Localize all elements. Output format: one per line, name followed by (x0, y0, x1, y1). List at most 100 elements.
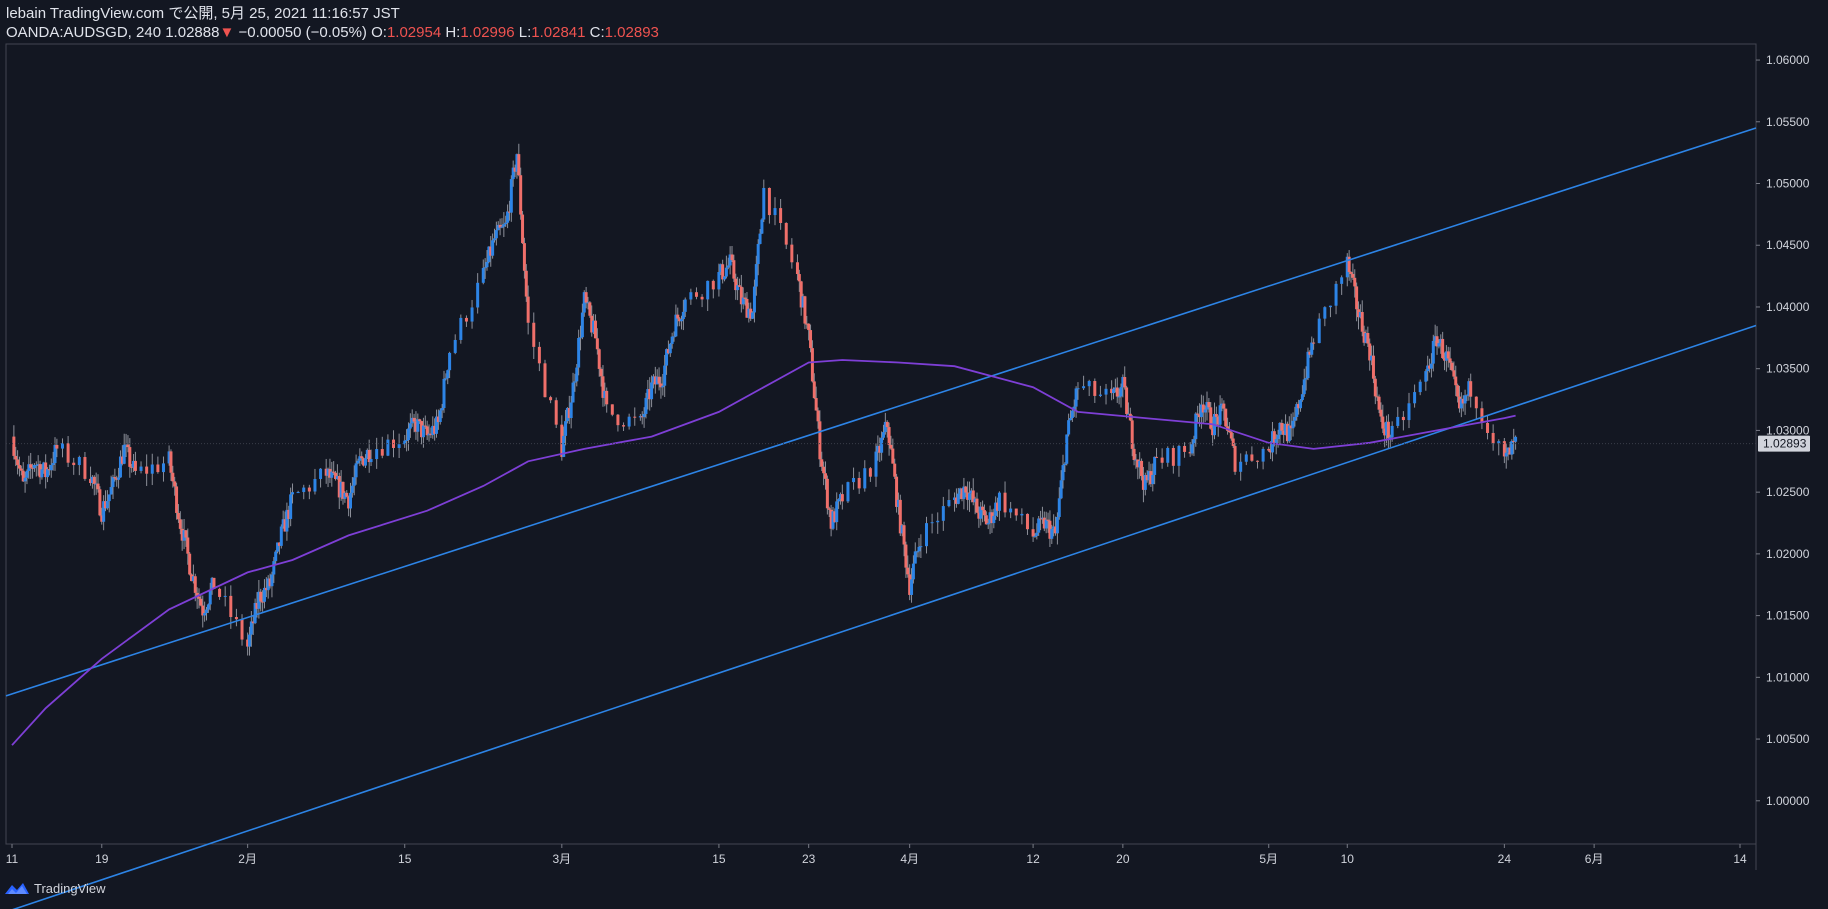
candle-body (1166, 448, 1170, 463)
candle-body (1183, 445, 1187, 452)
price-chart[interactable]: 1.02893 1.00000 1.00500 1.01000 1.01500 1.02… (0, 0, 1828, 909)
candle-body (1450, 362, 1454, 371)
candle-body (438, 410, 442, 423)
x-tick-label: 5月 (1259, 852, 1278, 866)
time-axis[interactable]: 11 19 2月 15 3月 15 23 4月 12 20 5月 10 24 6月 14 (6, 844, 1747, 866)
candle-body (784, 223, 788, 245)
candle-body (1082, 386, 1086, 389)
candle-body (1055, 516, 1059, 534)
candle-body (1020, 513, 1024, 516)
candle-body (128, 447, 132, 467)
candle-body (459, 317, 463, 340)
candle-body (795, 262, 799, 275)
y-tick-label: 1.05000 (1766, 177, 1810, 191)
candle-body (397, 444, 401, 448)
candle-body (1033, 535, 1037, 537)
candle-body (810, 348, 814, 382)
tradingview-logo-icon (5, 883, 29, 894)
candle-body (248, 634, 252, 647)
candle-body (113, 477, 117, 479)
candle-body (506, 211, 510, 223)
candle-body (803, 296, 807, 324)
y-tick-label: 1.00000 (1766, 794, 1810, 808)
candle-body (208, 589, 212, 605)
candle-body (573, 381, 577, 383)
candle-body (203, 613, 207, 616)
candle-body (416, 419, 420, 432)
candle-body (760, 219, 764, 234)
candle-body (1256, 460, 1260, 462)
candle-body (1057, 498, 1061, 517)
candle-body (724, 267, 728, 277)
moving-average-line[interactable] (11, 359, 1516, 746)
tradingview-brand[interactable]: TradingView (4, 880, 106, 896)
candle-body (1125, 387, 1129, 415)
candle-body (442, 378, 446, 409)
candle-body (83, 457, 87, 479)
candle-body (723, 276, 727, 280)
candle-body (824, 473, 828, 479)
channel-line[interactable] (5, 127, 1757, 697)
candle-body (840, 494, 844, 502)
candle-body (956, 493, 960, 504)
candle-body (1025, 513, 1029, 530)
candle-body (1349, 272, 1353, 274)
candle-body (446, 370, 450, 379)
candle-body (1087, 381, 1091, 387)
candle-body (476, 282, 480, 308)
candle-body (644, 397, 648, 414)
candle-body (1068, 418, 1072, 421)
x-tick-label: 15 (712, 852, 726, 866)
candle-body (289, 494, 293, 519)
channel-line[interactable] (6, 324, 1757, 909)
candle-body (1070, 410, 1074, 419)
candle-body (670, 336, 674, 344)
overlays-layer: 1.02893 (5, 127, 1810, 909)
x-tick-label: 4月 (900, 852, 919, 866)
candle-body (133, 460, 137, 471)
candle-body (92, 476, 96, 484)
candle-body (599, 368, 603, 377)
candle-body (837, 499, 841, 502)
candle-body (1390, 425, 1394, 438)
candle-body (827, 508, 831, 510)
candle-body (494, 230, 498, 239)
candle-body (249, 621, 253, 635)
x-tick-label: 15 (398, 852, 412, 866)
candle-body (1448, 358, 1452, 363)
candle-body (661, 385, 665, 388)
candle-body (176, 512, 180, 520)
candle-body (1261, 448, 1265, 462)
candle-body (887, 427, 891, 445)
candle-body (279, 526, 283, 546)
candle-body (852, 477, 856, 483)
candle-body (857, 477, 861, 489)
candle-body (240, 619, 244, 640)
candle-body (1371, 355, 1375, 379)
candle-body (889, 444, 893, 449)
candle-body (732, 260, 736, 279)
candle-body (360, 456, 364, 459)
candle-body (107, 494, 111, 502)
candle-body (835, 501, 839, 523)
candle-body (1244, 454, 1248, 462)
candle-body (502, 224, 506, 227)
x-tick-label: 19 (95, 852, 109, 866)
candle-body (825, 478, 829, 509)
candle-body (997, 492, 1001, 511)
candle-body (521, 214, 525, 244)
price-axis[interactable]: 1.00000 1.00500 1.01000 1.01500 1.02000 1.025… (1756, 53, 1810, 808)
candle-body (767, 187, 771, 216)
candle-body (680, 319, 684, 322)
candle-body (1214, 413, 1218, 417)
candle-body (569, 402, 573, 419)
candle-body (1014, 508, 1018, 516)
candle-body (1413, 392, 1417, 404)
y-tick-label: 1.00500 (1766, 732, 1810, 746)
candle-body (1233, 446, 1237, 472)
candle-body (49, 465, 53, 471)
candle-body (779, 208, 783, 224)
candle-body (1514, 436, 1518, 442)
x-tick-label: 12 (1026, 852, 1040, 866)
candle-body (846, 482, 850, 502)
